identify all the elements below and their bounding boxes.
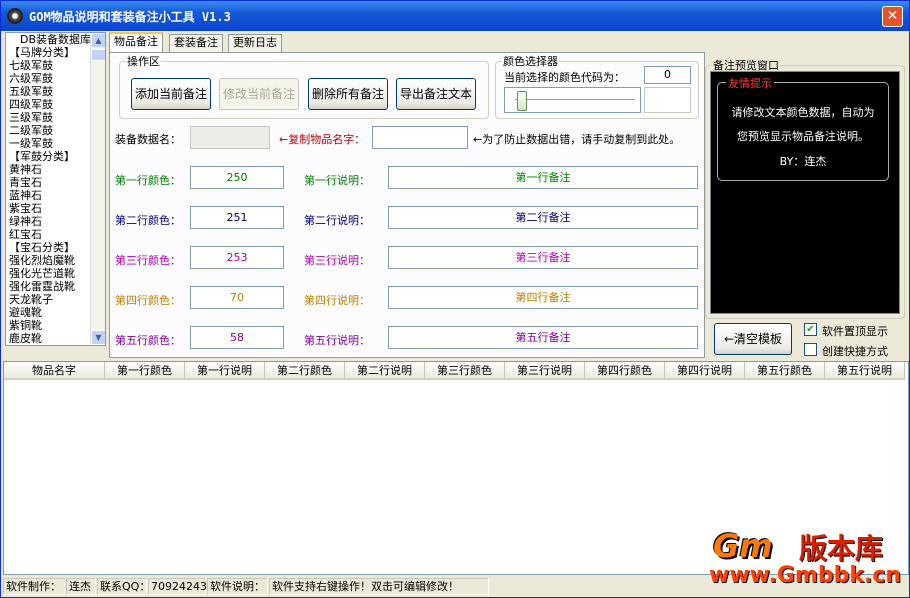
row5-color-label: 第五行颜色： [115,334,181,347]
column-header[interactable]: 第二行颜色 [265,362,345,380]
column-header[interactable]: 第一行说明 [185,362,265,380]
tab-set-notes[interactable]: 套装备注 [169,34,223,52]
column-header[interactable]: 第二行说明 [345,362,425,380]
preview-screen: 友情提示 请修改文本颜色数据，自动为 您预览显示物品备注说明。 BY：连杰 [710,71,900,314]
preview-line-3: BY：连杰 [779,155,827,168]
row4-color-field[interactable]: 70 [190,286,284,309]
preview-line-2: 您预览显示物品备注说明。 [737,130,869,143]
row2-desc-field[interactable]: 第二行备注 [388,206,698,229]
color-code-label: 当前选择的颜色代码为： [504,71,625,84]
row1-desc-field[interactable]: 第一行备注 [388,166,698,189]
slider-thumb[interactable] [517,91,527,111]
color-slider[interactable] [504,87,641,113]
row5-desc-label: 第五行说明： [304,334,370,347]
column-header[interactable]: 物品名字 [4,362,105,380]
preview-tip-header: 友情提示 [726,75,774,91]
row1-desc-label: 第一行说明： [304,174,370,187]
row3-desc-label: 第三行说明： [304,254,370,267]
operation-group-title: 操作区 [127,55,160,68]
row2-color-field[interactable]: 251 [190,206,284,229]
row1-color-field[interactable]: 250 [190,166,284,189]
item-name-input[interactable] [372,126,468,149]
color-picker-title: 颜色选择器 [503,55,558,68]
column-header[interactable]: 第五行颜色 [745,362,825,380]
row1-color-label: 第一行颜色： [115,174,181,187]
scroll-up-icon[interactable]: ▲ [91,33,105,48]
create-shortcut-checkbox[interactable] [804,343,817,356]
app-icon [7,8,23,24]
edit-note-button[interactable]: 修改当前备注 [219,78,299,110]
watermark-text: 版本库 [799,532,884,565]
row2-desc-label: 第二行说明： [304,214,370,227]
tab-item-notes[interactable]: 物品备注 [109,32,163,53]
export-notes-button[interactable]: 导出备注文本 [396,78,476,110]
column-header[interactable]: 第三行颜色 [425,362,505,380]
slider-track [515,99,635,101]
add-note-button[interactable]: 添加当前备注 [131,78,211,110]
row4-desc-label: 第四行说明： [304,294,370,307]
main-window: GOM物品说明和套装备注小工具 V1.3 ✕ DB装备数据库 【马牌分类】 七级军… [0,0,910,598]
clear-template-button[interactable]: ←清空模板 [714,323,792,355]
title-bar: GOM物品说明和套装备注小工具 V1.3 ✕ [1,1,909,31]
author-value: 连杰 [66,578,96,595]
row3-color-field[interactable]: 253 [190,246,284,269]
copy-hint-text: ←为了防止数据出错，请手动复制到此处。 [473,133,681,146]
item-database-list[interactable]: DB装备数据库 【马牌分类】 七级军鼓 六级军鼓 五级军鼓 四级军鼓 三级军鼓 二级军鼓 一级… [5,32,106,346]
scroll-thumb[interactable] [91,49,105,61]
create-shortcut-label: 创建快捷方式 [822,345,888,358]
author-label: 软件制作： [3,578,65,595]
row2-color-label: 第二行颜色： [115,214,181,227]
copy-item-name-label: ←复制物品名字： [279,133,366,146]
scroll-down-icon[interactable]: ▼ [91,330,105,345]
always-on-top-label: 软件置顶显示 [822,325,888,338]
description-value: 软件支持右键操作！双击可编辑修改！ [269,578,489,595]
watermark-mark: Gm [713,527,773,565]
preview-tip-box: 友情提示 请修改文本颜色数据，自动为 您预览显示物品备注说明。 BY：连杰 [717,75,889,181]
column-header[interactable]: 第五行说明 [825,362,905,380]
row5-color-field[interactable]: 58 [190,326,284,349]
row3-desc-field[interactable]: 第三行备注 [388,246,698,269]
window-title: GOM物品说明和套装备注小工具 V1.3 [29,10,231,24]
watermark-url: www.Gmbbk.cn [709,563,902,588]
preview-line-1: 请修改文本颜色数据，自动为 [731,106,875,119]
row5-desc-field[interactable]: 第五行备注 [388,326,698,349]
site-watermark-logo: Gm 版本库 www.Gmbbk.cn [707,519,907,595]
row3-color-label: 第三行颜色： [115,254,181,267]
column-header[interactable]: 第三行说明 [505,362,585,380]
close-button[interactable]: ✕ [882,6,903,27]
row4-color-label: 第四行颜色： [115,294,181,307]
column-header[interactable]: 第四行颜色 [585,362,665,380]
tab-changelog[interactable]: 更新日志 [228,34,282,52]
delete-all-notes-button[interactable]: 删除所有备注 [308,78,388,110]
item-data-name-label: 装备数据名： [115,133,181,146]
qq-label: 联系QQ： [97,578,150,595]
list-scrollbar[interactable]: ▲ ▼ [90,33,105,345]
qq-value: 709242430 [148,578,214,595]
color-code-field[interactable]: 0 [644,66,691,84]
color-swatch [644,87,691,113]
column-header[interactable]: 第一行颜色 [105,362,185,380]
row4-desc-field[interactable]: 第四行备注 [388,286,698,309]
column-header[interactable]: 第四行说明 [665,362,745,380]
description-label: 软件说明： [207,578,268,595]
table-header: 物品名字 第一行颜色 第一行说明 第二行颜色 第二行说明 第三行颜色 第三行说明… [4,362,905,380]
item-data-name-field [190,126,270,149]
always-on-top-checkbox[interactable]: ✔ [804,323,817,336]
